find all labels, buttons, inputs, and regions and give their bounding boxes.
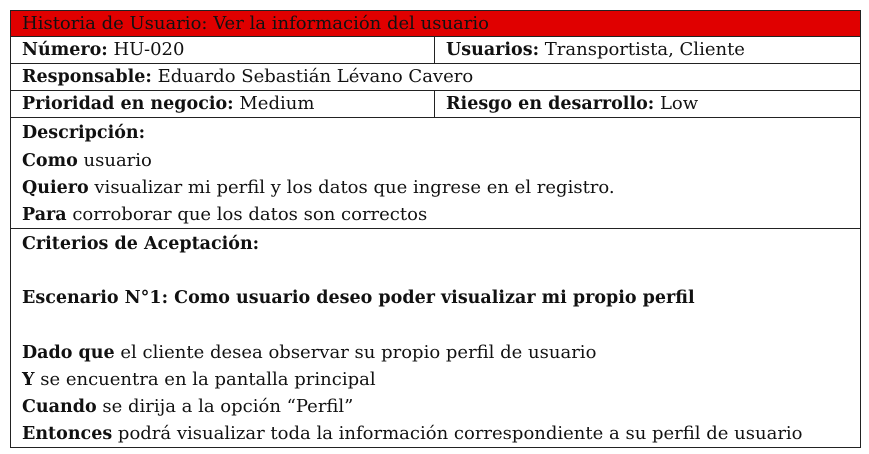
title-row: Historia de Usuario: Ver la información … bbox=[10, 10, 861, 37]
risk-label: Riesgo en desarrollo: bbox=[446, 94, 655, 114]
criteria-heading: Criterios de Aceptación: bbox=[22, 234, 260, 254]
como-value: usuario bbox=[83, 150, 152, 171]
risk-cell: Riesgo en desarrollo: Low bbox=[434, 90, 861, 118]
para-label: Para bbox=[22, 205, 67, 225]
criteria-cell: Criterios de Aceptación: Escenario N°1: … bbox=[10, 228, 861, 448]
dado-label: Dado que bbox=[22, 343, 115, 363]
story-title-label: Historia de Usuario: bbox=[22, 13, 208, 34]
cuando-label: Cuando bbox=[22, 397, 97, 417]
responsible-cell: Responsable: Eduardo Sebastián Lévano Ca… bbox=[10, 63, 861, 91]
responsible-row: Responsable: Eduardo Sebastián Lévano Ca… bbox=[10, 63, 861, 91]
priority-label: Prioridad en negocio: bbox=[22, 94, 234, 114]
criteria-cuando-line: Cuando se dirija a la opción “Perfil” bbox=[22, 393, 860, 420]
quiero-label: Quiero bbox=[22, 178, 89, 198]
users-label: Usuarios: bbox=[446, 40, 540, 60]
entonces-value: podrá visualizar toda la información cor… bbox=[117, 423, 803, 444]
como-label: Como bbox=[22, 151, 78, 171]
number-value: HU-020 bbox=[113, 39, 185, 60]
priority-value: Medium bbox=[239, 93, 315, 114]
description-para-line: Para corroborar que los datos son correc… bbox=[22, 201, 860, 228]
story-title-value: Ver la información del usuario bbox=[213, 13, 489, 34]
number-cell: Número: HU-020 bbox=[10, 36, 435, 64]
description-row: Descripción: Como usuario Quiero visuali… bbox=[10, 117, 861, 229]
criteria-entonces-line: Entonces podrá visualizar toda la inform… bbox=[22, 420, 860, 447]
criteria-spacer bbox=[22, 312, 860, 339]
users-cell: Usuarios: Transportista, Cliente bbox=[434, 36, 861, 64]
user-story-table: Historia de Usuario: Ver la información … bbox=[10, 10, 861, 448]
description-quiero-line: Quiero visualizar mi perfil y los datos … bbox=[22, 174, 860, 201]
para-value: corroborar que los datos son correctos bbox=[72, 204, 428, 225]
criteria-y-line: Y se encuentra en la pantalla principal bbox=[22, 366, 860, 393]
users-value: Transportista, Cliente bbox=[544, 39, 745, 60]
y-value: se encuentra en la pantalla principal bbox=[40, 369, 376, 390]
dado-value: el cliente desea observar su propio perf… bbox=[120, 342, 597, 363]
y-label: Y bbox=[22, 370, 35, 390]
criteria-dado-line: Dado que el cliente desea observar su pr… bbox=[22, 339, 860, 366]
number-label: Número: bbox=[22, 40, 108, 60]
number-users-row: Número: HU-020 Usuarios: Transportista, … bbox=[10, 36, 861, 64]
entonces-label: Entonces bbox=[22, 424, 113, 444]
priority-cell: Prioridad en negocio: Medium bbox=[10, 90, 435, 118]
criteria-scenario: Escenario N°1: Como usuario deseo poder … bbox=[22, 288, 695, 308]
responsible-value: Eduardo Sebastián Lévano Cavero bbox=[157, 66, 474, 87]
description-cell: Descripción: Como usuario Quiero visuali… bbox=[10, 117, 861, 229]
criteria-row: Criterios de Aceptación: Escenario N°1: … bbox=[10, 228, 861, 448]
cuando-value: se dirija a la opción “Perfil” bbox=[102, 396, 354, 417]
priority-risk-row: Prioridad en negocio: Medium Riesgo en d… bbox=[10, 90, 861, 118]
description-heading: Descripción: bbox=[22, 123, 146, 143]
description-como-line: Como usuario bbox=[22, 147, 860, 174]
quiero-value: visualizar mi perfil y los datos que ing… bbox=[94, 177, 615, 198]
risk-value: Low bbox=[659, 93, 699, 114]
story-title-cell: Historia de Usuario: Ver la información … bbox=[10, 10, 861, 37]
responsible-label: Responsable: bbox=[22, 67, 152, 87]
criteria-spacer bbox=[22, 258, 860, 285]
